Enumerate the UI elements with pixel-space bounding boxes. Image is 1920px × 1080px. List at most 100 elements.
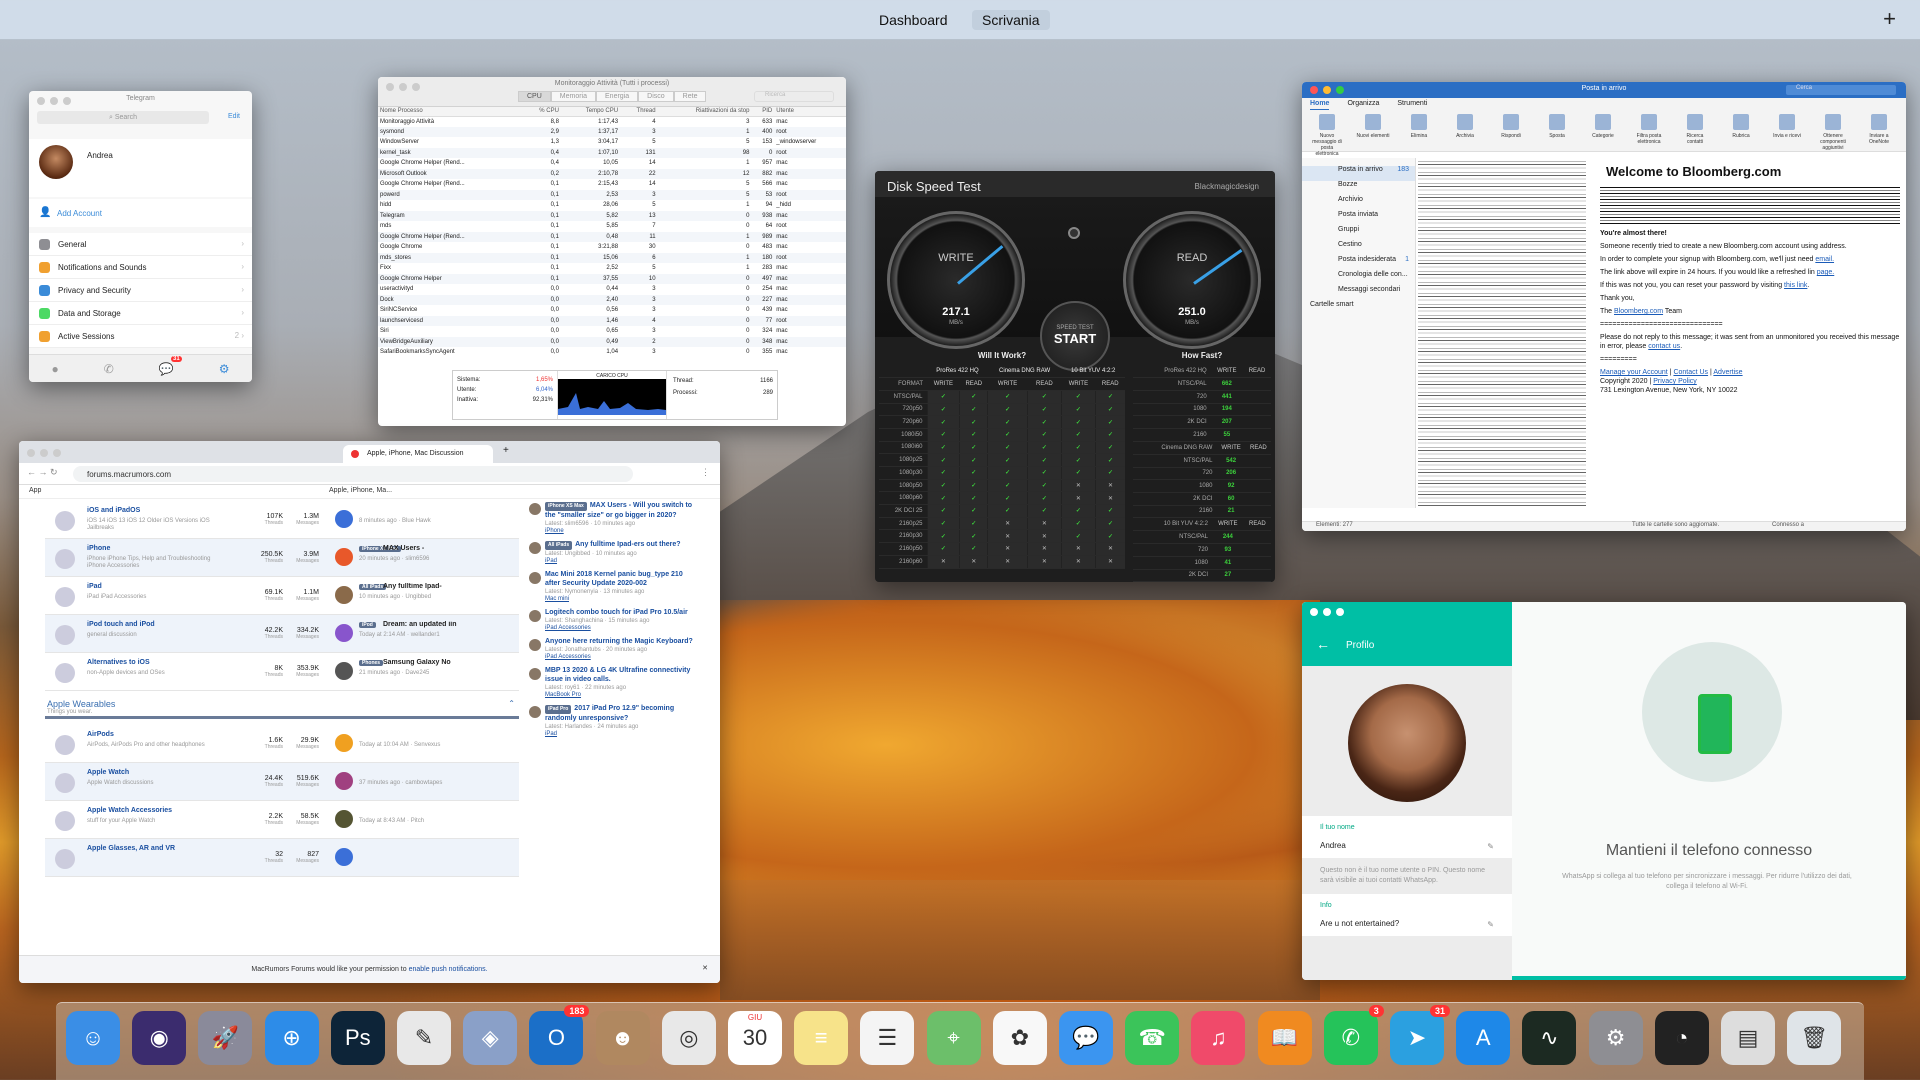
post-title[interactable]: iPhone XS Max MAX Users - Will you switch… — [545, 501, 697, 520]
privacy-policy-link[interactable]: Privacy Policy — [1653, 378, 1697, 385]
column-header[interactable]: Nome Processo — [378, 107, 523, 117]
table-row[interactable]: launchservicesd 0,0 1,46 4 0 77 root — [378, 315, 846, 326]
window-controls[interactable] — [1310, 608, 1344, 616]
finder-icon[interactable]: ☺ — [66, 1011, 120, 1065]
ribbon-button[interactable]: Invia e ricevi — [1770, 114, 1804, 147]
reminders-icon[interactable]: ☰ — [860, 1011, 915, 1065]
post-category[interactable]: Mac mini — [545, 596, 697, 602]
contacts-icon[interactable]: ☻ — [595, 1011, 650, 1065]
latest-post[interactable]: iPhone XS Max MAX Users - Will you switch… — [527, 501, 697, 534]
table-row[interactable]: Google Chrome Helper (Rend... 0,1 0,48 11 1 9… — [378, 231, 846, 242]
forum-name[interactable]: Alternatives to iOS — [87, 659, 207, 666]
table-row[interactable]: Dock 0,0 2,40 3 0 227 mac — [378, 294, 846, 305]
bookmark-apps[interactable]: App — [29, 487, 41, 494]
siri-icon[interactable]: ◉ — [132, 1011, 187, 1065]
ribbon-button[interactable]: Rubrica — [1724, 114, 1758, 147]
column-header[interactable]: Riattivazioni da stop — [657, 107, 752, 117]
table-row[interactable]: mds_stores 0,1 15,06 6 1 180 root — [378, 252, 846, 263]
folder-item[interactable]: Cronologia delle con... — [1302, 271, 1415, 286]
facetime-icon[interactable]: ☎ — [1125, 1011, 1180, 1065]
back-arrow-icon[interactable]: ← — [1316, 636, 1330, 652]
chrome-icon[interactable]: ◎ — [661, 1011, 716, 1065]
ribbon-tab[interactable]: Organizza — [1347, 100, 1379, 110]
post-title[interactable]: Anyone here returning the Magic Keyboard… — [545, 637, 697, 646]
settings-gear-icon[interactable] — [1068, 227, 1080, 239]
system-preferences-icon[interactable]: ⚙ — [1588, 1011, 1643, 1065]
table-row[interactable]: kernel_task 0,4 1:07,10 131 98 0 root — [378, 147, 846, 158]
table-row[interactable]: Google Chrome Helper 0,1 37,55 10 0 497 mac — [378, 273, 846, 284]
calls-icon[interactable]: ✆ — [104, 362, 114, 376]
ribbon-button[interactable]: Sposta — [1540, 114, 1574, 147]
table-row[interactable]: hidd 0,1 28,06 5 1 94 _hidd — [378, 200, 846, 211]
mail-verify-link[interactable]: email. — [1815, 256, 1834, 263]
forum-name[interactable]: Apple Glasses, AR and VR — [87, 845, 207, 852]
table-row[interactable]: useractivityd 0,0 0,44 3 0 254 mac — [378, 284, 846, 295]
table-row[interactable]: Google Chrome Helper (Rend... 0,1 2:15,43 1… — [378, 179, 846, 190]
settings-item[interactable]: Notifications and Sounds › — [29, 256, 252, 279]
post-category[interactable]: iPhone — [545, 528, 697, 534]
ribbon-button[interactable]: Ottenere componenti aggiuntivi — [1816, 114, 1850, 151]
calendar-icon[interactable]: GIU 30 — [728, 1011, 782, 1065]
settings-item[interactable]: Data and Storage › — [29, 302, 252, 325]
ribbon-button[interactable]: Elimina — [1402, 114, 1436, 147]
folder-item[interactable]: Cartelle smart — [1302, 301, 1415, 316]
column-header[interactable]: Tempo CPU — [560, 107, 621, 117]
folder-item[interactable]: Posta in arrivo 183 — [1302, 166, 1415, 181]
whatsapp-window[interactable]: ← Profilo Il tuo nome Andrea ✎ Questo no… — [1302, 602, 1906, 980]
forum-row[interactable]: Apple Watch Accessories stuff for your Ap… — [45, 801, 519, 839]
profile-row[interactable]: Andrea — [29, 139, 252, 197]
activity-monitor-icon[interactable]: ∿ — [1522, 1011, 1577, 1065]
music-icon[interactable]: ♫ — [1191, 1011, 1246, 1065]
forum-name[interactable]: iPhone — [87, 545, 207, 552]
latest-post[interactable]: Anyone here returning the Magic Keyboard… — [527, 637, 697, 660]
textedit-icon[interactable]: ✎ — [397, 1011, 451, 1065]
table-row[interactable]: Telegram 0,1 5,82 13 0 938 mac — [378, 210, 846, 221]
activity-monitor-window[interactable]: Monitoraggio Attività (Tutti i processi)… — [378, 77, 846, 426]
disk-speed-test-window[interactable]: Disk Speed Test Blackmagicdesign WRITE 2… — [875, 171, 1275, 582]
safari-icon[interactable]: ⊕ — [264, 1011, 319, 1065]
add-space-button[interactable]: + — [1883, 6, 1896, 32]
ribbon-button[interactable]: Inviare a OneNote — [1862, 114, 1896, 147]
settings-item[interactable]: Privacy and Security › — [29, 279, 252, 302]
telegram-window[interactable]: Telegram ⌕ Search Edit Andrea 👤 Add Acco… — [29, 91, 252, 382]
message-list[interactable] — [1418, 158, 1586, 508]
manage-account-link[interactable]: Manage your Account — [1600, 369, 1668, 376]
avatar[interactable] — [1348, 684, 1466, 802]
ribbon-button[interactable]: Nuovi elementi — [1356, 114, 1390, 147]
tab-disco[interactable]: Disco — [638, 91, 674, 102]
folder-item[interactable]: Posta indesiderata 1 — [1302, 256, 1415, 271]
tab-cpu[interactable]: CPU — [518, 91, 551, 102]
edit-pencil-icon[interactable]: ✎ — [1487, 920, 1494, 929]
search-input[interactable]: ⌕ Search — [37, 111, 209, 124]
forum-row[interactable]: AirPods AirPods, AirPods Pro and other he… — [45, 725, 519, 763]
contact-us-link[interactable]: Contact Us — [1673, 369, 1708, 376]
column-header[interactable]: Utente — [774, 107, 846, 117]
table-row[interactable]: sysmond 2,9 1:37,17 3 1 400 root — [378, 126, 846, 137]
forum-name[interactable]: Apple Watch Accessories — [87, 807, 207, 814]
latest-post[interactable]: Logitech combo touch for iPad Pro 10.5/a… — [527, 608, 697, 631]
chats-icon[interactable]: 💬 31 — [159, 355, 182, 376]
forum-name[interactable]: Apple Watch — [87, 769, 207, 776]
chrome-window[interactable]: Apple, iPhone, Mac Discussion + ← → ↻ fo… — [19, 441, 720, 983]
forum-name[interactable]: iPod touch and iPod — [87, 621, 207, 628]
post-title[interactable]: Logitech combo touch for iPad Pro 10.5/a… — [545, 608, 697, 617]
table-row[interactable]: WindowServer 1,3 3:04,17 5 5 153 _windowserver — [378, 137, 846, 148]
column-header[interactable]: PID — [751, 107, 775, 117]
folder-item[interactable]: Gruppi — [1302, 226, 1415, 241]
post-category[interactable]: MacBook Pro — [545, 692, 697, 698]
forum-row[interactable]: iPhone iPhone iPhone Tips, Help and Troub… — [45, 539, 519, 577]
table-row[interactable]: Siri 0,0 0,65 3 0 324 mac — [378, 326, 846, 337]
preview-icon[interactable]: ◈ — [463, 1011, 518, 1065]
forum-row[interactable]: Alternatives to iOS non-Apple devices and… — [45, 653, 519, 691]
window-controls[interactable] — [27, 449, 61, 457]
trash-icon[interactable]: 🗑 — [1787, 1011, 1842, 1065]
folder-item[interactable]: Archivio — [1302, 196, 1415, 211]
notes-icon[interactable]: ≡ — [794, 1011, 849, 1065]
enable-notifications-link[interactable]: enable push notifications. — [409, 966, 488, 973]
post-category[interactable]: iPad Accessories — [545, 625, 697, 631]
forum-name[interactable]: iOS and iPadOS — [87, 507, 207, 514]
back-icon[interactable]: ← → ↻ — [27, 467, 58, 478]
whatsapp-icon[interactable]: ✆ 3 — [1323, 1005, 1384, 1065]
ribbon-tab[interactable]: Strumenti — [1397, 100, 1427, 110]
latest-post[interactable]: MBP 13 2020 & LG 4K Ultrafine connectivi… — [527, 666, 697, 698]
